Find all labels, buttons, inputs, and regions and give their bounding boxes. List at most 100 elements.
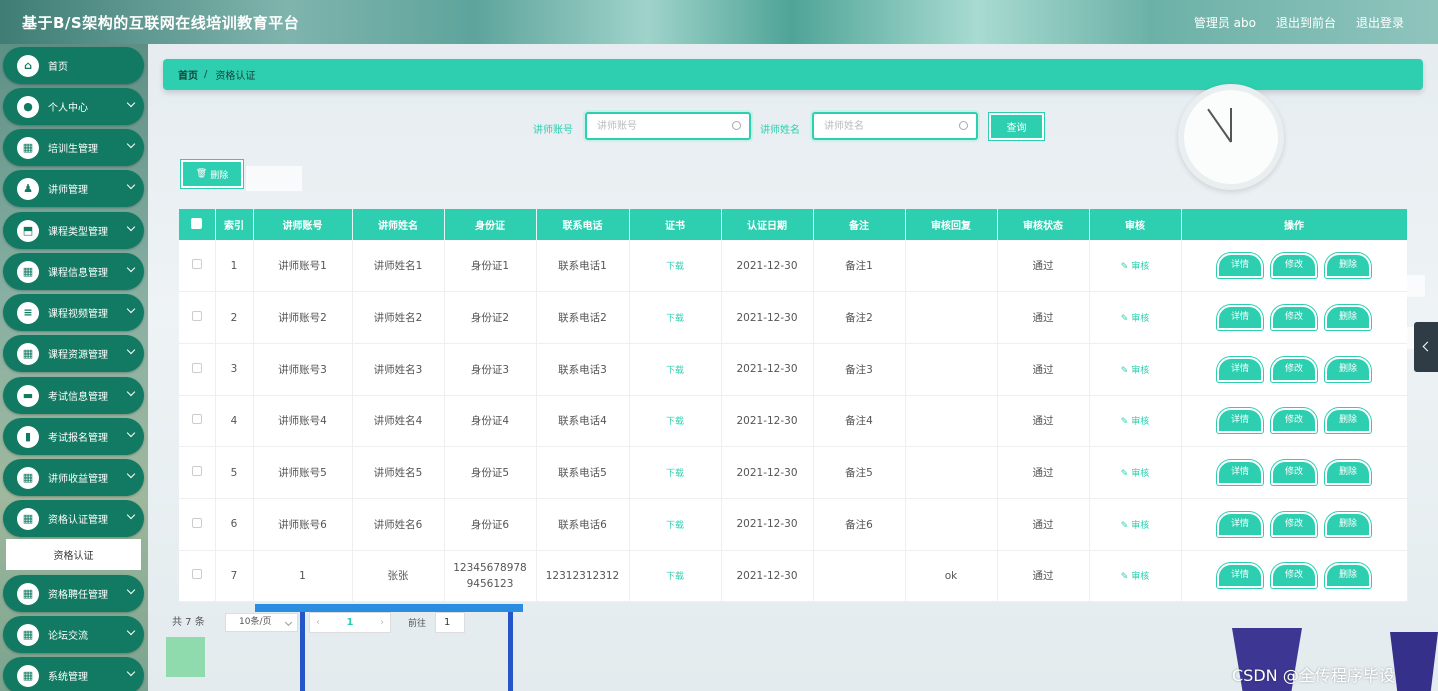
edit-button[interactable]: 修改 xyxy=(1271,460,1317,486)
cell-text: 4 xyxy=(230,414,238,427)
download-link[interactable]: 下载 xyxy=(666,469,684,479)
sidebar-item-6[interactable]: ≡ 课程视频管理 xyxy=(3,294,144,331)
prev-page-icon[interactable]: ‹ xyxy=(316,617,320,628)
logout-link[interactable]: 退出登录 xyxy=(1356,14,1404,31)
name-search-input[interactable] xyxy=(824,116,964,136)
row-checkbox[interactable] xyxy=(191,259,202,270)
cell-cert: 下载 xyxy=(629,240,722,293)
row-checkbox[interactable] xyxy=(191,466,202,477)
download-link[interactable]: 下载 xyxy=(666,521,684,531)
sidebar-item-3[interactable]: ♟ 讲师管理 xyxy=(3,170,144,207)
next-page-icon[interactable]: › xyxy=(380,617,384,628)
delete-button[interactable]: 删除 xyxy=(1325,511,1371,537)
sidebar-item-7[interactable]: ▦ 课程资源管理 xyxy=(3,335,144,372)
cell-text: 讲师姓名6 xyxy=(373,518,423,531)
row-checkbox[interactable] xyxy=(191,311,202,322)
account-search-field[interactable] xyxy=(585,112,751,140)
breadcrumb-separator: / xyxy=(204,69,208,80)
audit-link[interactable]: 审核 xyxy=(1131,417,1149,427)
delete-button[interactable]: 删除 xyxy=(1325,408,1371,434)
sidebar-item-14[interactable]: ▦ 系统管理 xyxy=(3,657,144,691)
download-link[interactable]: 下载 xyxy=(666,366,684,376)
edit-button[interactable]: 修改 xyxy=(1271,408,1317,434)
select-all-header[interactable] xyxy=(179,209,216,240)
submenu-item-qualification-cert[interactable]: 资格认证 xyxy=(6,539,141,570)
sidebar-item-2[interactable]: ▦ 培训生管理 xyxy=(3,129,144,166)
edit-button[interactable]: 修改 xyxy=(1271,511,1317,537)
name-search-field[interactable] xyxy=(812,112,978,140)
sidebar-item-5[interactable]: ▦ 课程信息管理 xyxy=(3,253,144,290)
sidebar-item-label: 培训生管理 xyxy=(48,144,98,155)
cell-date: 2021-12-30 xyxy=(721,498,814,551)
table-row: 6 讲师账号6 讲师姓名6 身份证6 联系电话6 下载 2021-12-30 备注6 通过 ✎ 审… xyxy=(179,498,1408,551)
cell-text: 通过 xyxy=(1032,260,1054,273)
edit-button[interactable]: 修改 xyxy=(1271,253,1317,279)
chevron-down-icon xyxy=(126,180,136,190)
edit-button[interactable]: 修改 xyxy=(1271,563,1317,589)
detail-button[interactable]: 详情 xyxy=(1217,511,1263,537)
sidebar-item-1[interactable]: ● 个人中心 xyxy=(3,88,144,125)
sidebar-item-10[interactable]: ▦ 讲师收益管理 xyxy=(3,459,144,496)
collapse-panel-tab[interactable] xyxy=(1414,322,1438,372)
sidebar-item-11[interactable]: ▦ 资格认证管理 xyxy=(3,500,144,537)
sidebar-item-12[interactable]: ▦ 资格聘任管理 xyxy=(3,575,144,612)
account-search-input[interactable] xyxy=(597,116,737,136)
edit-icon: ✎ xyxy=(1120,314,1132,325)
column-header: 联系电话 xyxy=(536,209,630,240)
row-checkbox[interactable] xyxy=(191,362,202,373)
bulk-delete-button[interactable]: 🗑 删除 xyxy=(181,160,243,188)
page-size-select[interactable]: 10条/页 xyxy=(225,613,298,632)
download-link[interactable]: 下载 xyxy=(666,572,684,582)
detail-button[interactable]: 详情 xyxy=(1217,563,1263,589)
cell-text: 12312312312 xyxy=(545,569,620,582)
detail-button[interactable]: 详情 xyxy=(1217,460,1263,486)
cell-text: 2021-12-30 xyxy=(736,518,798,531)
plant-pot-illustration xyxy=(1390,632,1438,691)
row-checkbox[interactable] xyxy=(191,414,202,425)
audit-link[interactable]: 审核 xyxy=(1131,572,1149,582)
chevron-down-icon xyxy=(126,428,136,438)
delete-button[interactable]: 删除 xyxy=(1325,460,1371,486)
query-button[interactable]: 查询 xyxy=(989,113,1044,140)
download-link[interactable]: 下载 xyxy=(666,417,684,427)
row-checkbox[interactable] xyxy=(191,517,202,528)
delete-button[interactable]: 删除 xyxy=(1325,563,1371,589)
breadcrumb-home[interactable]: 首页 xyxy=(178,67,198,82)
sidebar-item-9[interactable]: ▮ 考试报名管理 xyxy=(3,418,144,455)
delete-button[interactable]: 删除 xyxy=(1325,305,1371,331)
audit-link[interactable]: 审核 xyxy=(1131,314,1149,324)
audit-link[interactable]: 审核 xyxy=(1131,366,1149,376)
current-page-number[interactable]: 1 xyxy=(347,617,354,628)
exit-to-front-link[interactable]: 退出到前台 xyxy=(1276,14,1336,31)
edit-button[interactable]: 修改 xyxy=(1271,305,1317,331)
detail-button[interactable]: 详情 xyxy=(1217,356,1263,382)
detail-button[interactable]: 详情 xyxy=(1217,408,1263,434)
cell-text: 讲师账号6 xyxy=(278,518,327,531)
select-all-checkbox[interactable] xyxy=(191,217,203,229)
detail-button[interactable]: 详情 xyxy=(1217,253,1263,279)
audit-link[interactable]: 审核 xyxy=(1131,262,1149,272)
detail-button[interactable]: 详情 xyxy=(1217,305,1263,331)
cell-text: 联系电话2 xyxy=(558,312,607,325)
sidebar-item-13[interactable]: ▦ 论坛交流 xyxy=(3,616,144,653)
cell-account: 讲师账号1 xyxy=(253,240,353,293)
sidebar-item-4[interactable]: ⬒ 课程类型管理 xyxy=(3,212,144,249)
cell-text: 备注5 xyxy=(845,467,873,480)
download-link[interactable]: 下载 xyxy=(666,314,684,324)
chevron-down-icon xyxy=(126,585,136,595)
delete-button[interactable]: 删除 xyxy=(1325,253,1371,279)
cell-text: 身份证2 xyxy=(470,312,510,325)
goto-page-input[interactable]: 1 xyxy=(435,612,465,633)
cell-phone: 联系电话3 xyxy=(536,343,630,396)
audit-link[interactable]: 审核 xyxy=(1131,521,1149,531)
delete-button[interactable]: 删除 xyxy=(1325,356,1371,382)
audit-link[interactable]: 审核 xyxy=(1131,469,1149,479)
sidebar-item-0[interactable]: ⌂ 首页 xyxy=(3,47,144,84)
sidebar-item-8[interactable]: ▬ 考试信息管理 xyxy=(3,377,144,414)
cell-text: 联系电话3 xyxy=(558,363,607,376)
cell-text: 讲师姓名3 xyxy=(373,363,423,376)
download-link[interactable]: 下载 xyxy=(666,262,684,272)
edit-button[interactable]: 修改 xyxy=(1271,356,1317,382)
row-checkbox[interactable] xyxy=(191,569,202,580)
column-header: 讲师姓名 xyxy=(352,209,445,240)
